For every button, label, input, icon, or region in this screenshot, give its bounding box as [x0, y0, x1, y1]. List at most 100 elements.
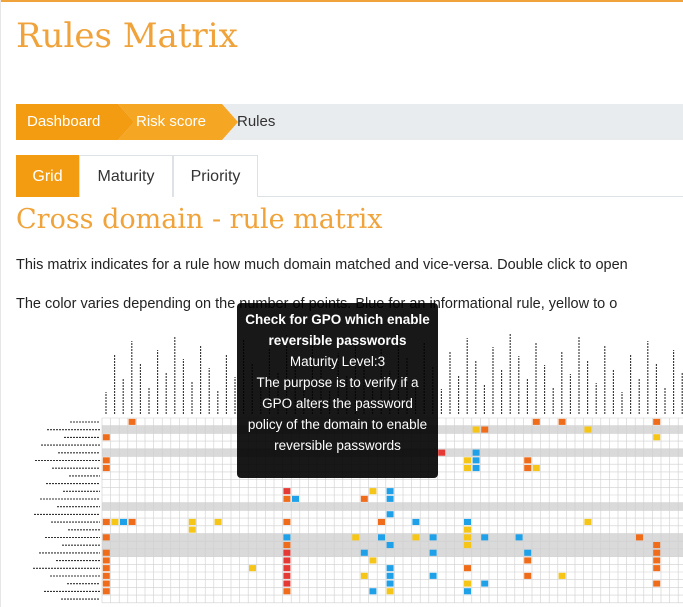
matrix-cell	[386, 542, 394, 549]
matrix-cell	[584, 518, 592, 525]
matrix-cell	[472, 465, 480, 472]
matrix-cell	[369, 588, 377, 595]
matrix-cell	[584, 426, 592, 433]
matrix-cell	[283, 542, 291, 549]
matrix-cell	[653, 580, 661, 587]
matrix-cell	[369, 488, 377, 495]
matrix-cell	[472, 449, 480, 456]
matrix-cell	[352, 534, 360, 541]
matrix-cell	[653, 542, 661, 549]
matrix-cell	[524, 572, 532, 579]
matrix-cell	[283, 572, 291, 579]
breadcrumb-dashboard[interactable]: Dashboard	[16, 104, 134, 140]
matrix-cell	[214, 518, 222, 525]
matrix-cell	[102, 557, 110, 564]
matrix-grey-row	[102, 502, 683, 511]
breadcrumb-risk-score[interactable]: Risk score	[118, 104, 238, 140]
tooltip-description: The purpose is to verify if a GPO alters…	[247, 375, 428, 453]
matrix-cell	[283, 488, 291, 495]
matrix-cell	[472, 457, 480, 464]
tooltip-maturity: Maturity Level:3	[289, 354, 386, 369]
breadcrumb-rules: Rules	[237, 113, 276, 130]
tab-priority[interactable]: Priority	[173, 155, 258, 197]
rule-tooltip: Check for GPO which enable reversible pa…	[237, 303, 438, 478]
matrix-cell	[188, 526, 196, 533]
matrix-cell	[464, 580, 471, 587]
matrix-cell	[128, 518, 136, 525]
matrix-cell	[653, 418, 661, 425]
matrix-cell	[386, 565, 394, 572]
matrix-cell	[102, 588, 110, 595]
matrix-cell	[283, 588, 291, 595]
matrix-cell	[386, 572, 394, 579]
matrix-cell	[653, 434, 661, 441]
matrix-cell	[429, 549, 437, 556]
page-title: Rules Matrix	[16, 16, 238, 56]
matrix-cell	[653, 557, 661, 564]
matrix-cell	[481, 580, 489, 587]
matrix-cell	[464, 457, 471, 464]
matrix-cell	[283, 549, 291, 556]
matrix-cell	[412, 534, 420, 541]
matrix-cell	[386, 588, 394, 595]
matrix-cell	[429, 534, 437, 541]
matrix-cell	[524, 549, 532, 556]
matrix-cell	[102, 465, 110, 472]
matrix-grey-row	[102, 548, 683, 557]
matrix-cell	[464, 565, 471, 572]
matrix-cell	[360, 495, 368, 502]
matrix-cell	[102, 457, 110, 464]
matrix-cell	[249, 565, 256, 572]
matrix-cell	[102, 434, 110, 441]
matrix-cell	[464, 526, 471, 533]
description-paragraph: This matrix indicates for a rule how muc…	[16, 257, 628, 273]
matrix-cell	[532, 418, 540, 425]
matrix-cell	[188, 518, 196, 525]
matrix-cell	[292, 495, 299, 502]
matrix-cell	[464, 542, 471, 549]
tab-bar: Grid Maturity Priority	[16, 155, 683, 197]
breadcrumb: Dashboard Risk score Rules	[16, 104, 683, 140]
matrix-cell	[438, 449, 446, 456]
matrix-cell	[378, 534, 385, 541]
matrix-cell	[102, 565, 110, 572]
matrix-cell	[472, 426, 480, 433]
matrix-cell	[111, 518, 119, 525]
matrix-cell	[558, 572, 566, 579]
matrix-cell	[653, 565, 661, 572]
matrix-cell	[283, 495, 291, 502]
matrix-cell	[102, 572, 110, 579]
matrix-cell	[283, 518, 291, 525]
matrix-cell	[532, 465, 540, 472]
matrix-cell	[481, 534, 489, 541]
matrix-cell	[515, 534, 523, 541]
matrix-cell	[524, 457, 532, 464]
matrix-cell	[386, 580, 394, 587]
matrix-cell	[524, 557, 532, 564]
matrix-cell	[558, 418, 566, 425]
matrix-cell	[283, 565, 291, 572]
matrix-cell	[102, 518, 110, 525]
matrix-cell	[412, 518, 420, 525]
tab-maturity[interactable]: Maturity	[79, 155, 173, 197]
matrix-cell	[369, 557, 377, 564]
matrix-cell	[283, 557, 291, 564]
matrix-cell	[464, 465, 471, 472]
matrix-cell	[102, 534, 110, 541]
matrix-cell	[128, 418, 136, 425]
tooltip-title: Check for GPO which enable reversible pa…	[245, 312, 430, 348]
matrix-cell	[464, 518, 471, 525]
matrix-cell	[481, 426, 489, 433]
matrix-cell	[524, 465, 532, 472]
matrix-grey-row	[102, 533, 683, 542]
matrix-cell	[283, 534, 291, 541]
matrix-cell	[386, 511, 394, 518]
matrix-cell	[386, 488, 394, 495]
matrix-cell	[636, 534, 643, 541]
matrix-cell	[102, 549, 110, 556]
matrix-cell	[360, 549, 368, 556]
matrix-cell	[120, 518, 127, 525]
matrix-cell	[360, 572, 368, 579]
matrix-cell	[429, 572, 437, 579]
tab-grid[interactable]: Grid	[16, 155, 79, 197]
